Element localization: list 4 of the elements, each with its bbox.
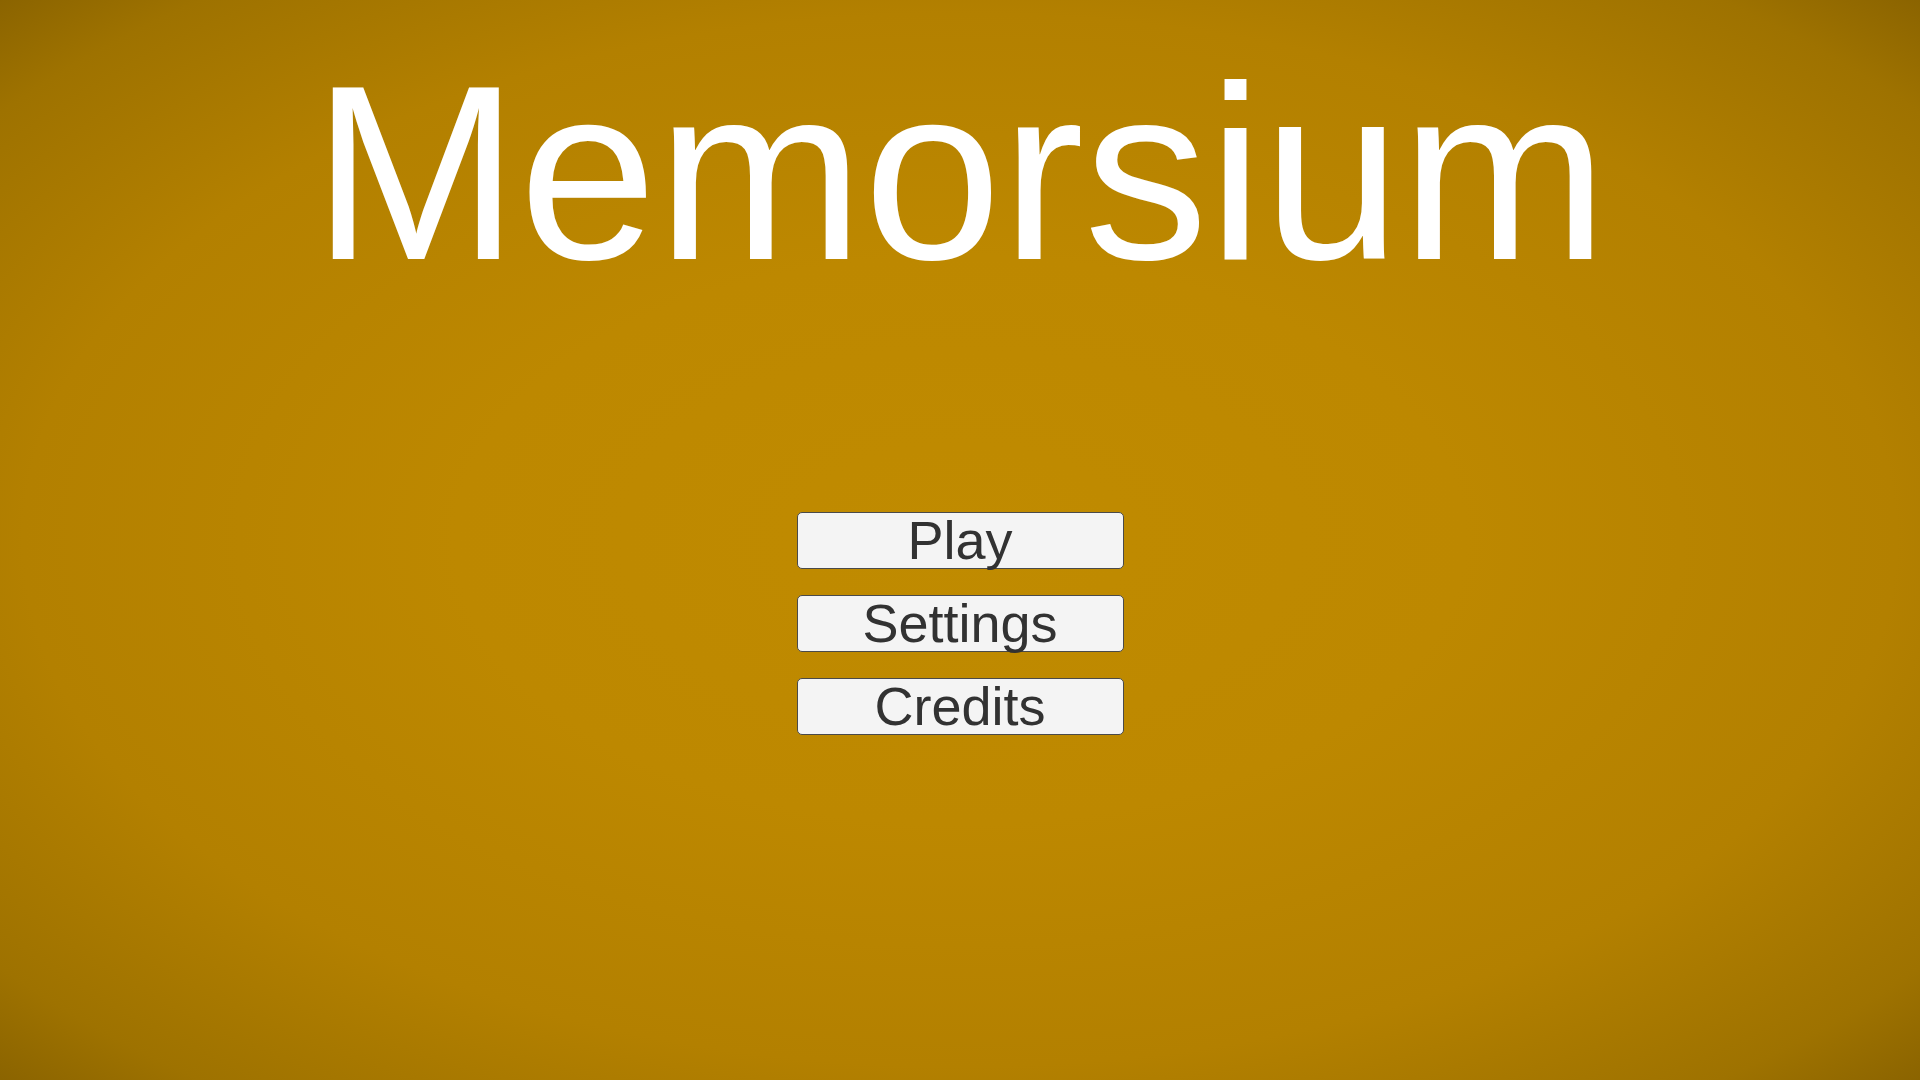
menu-button[interactable]: Credits	[796, 678, 1124, 735]
menu-button[interactable]: Play	[796, 512, 1124, 569]
menu-button[interactable]: Settings	[796, 595, 1124, 652]
game-title: Memorsium	[312, 49, 1608, 297]
